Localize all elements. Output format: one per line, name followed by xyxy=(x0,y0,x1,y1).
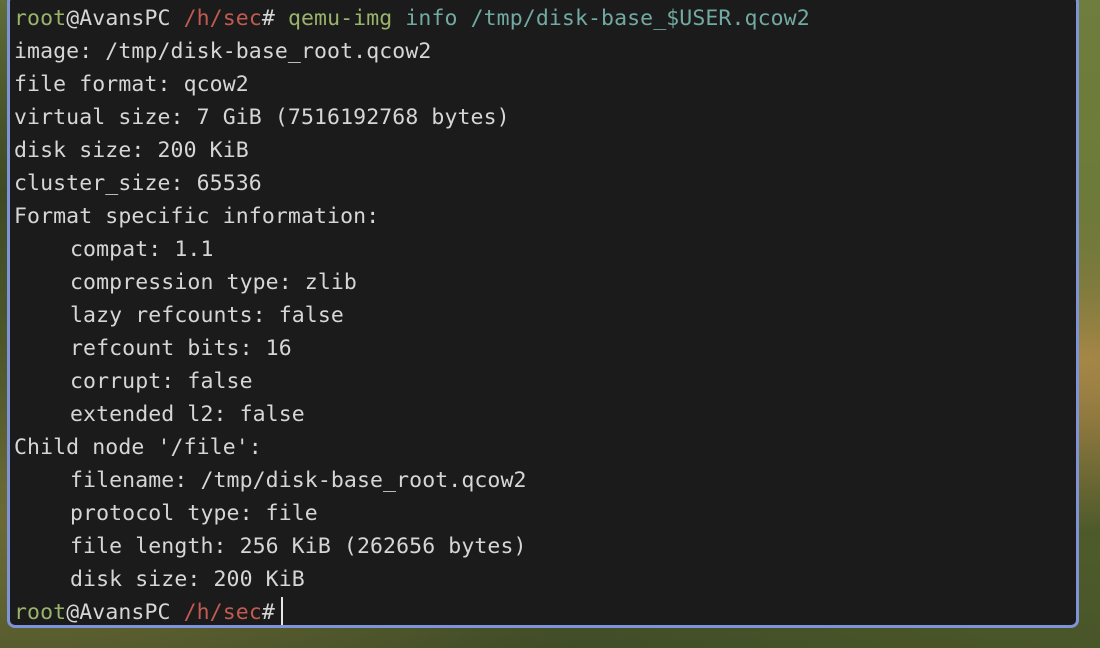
output-corrupt: corrupt: false xyxy=(70,369,253,394)
output-file-length: file length: 256 KiB (262656 bytes) xyxy=(70,534,527,559)
terminal-output: root@AvansPC /h/sec# qemu-img info /tmp/… xyxy=(14,2,1068,625)
prompt-symbol: # xyxy=(261,600,275,625)
command-program: qemu-img xyxy=(287,6,393,31)
output-disk-size: disk size: 200 KiB xyxy=(14,138,249,163)
output-virtual-size: virtual size: 7 GiB (7516192768 bytes) xyxy=(14,105,510,130)
output-compression-type: compression type: zlib xyxy=(70,270,357,295)
text-cursor xyxy=(280,596,283,625)
prompt-user: root xyxy=(14,6,67,31)
output-cluster-size: cluster_size: 65536 xyxy=(14,171,262,196)
output-compat: compat: 1.1 xyxy=(70,237,214,262)
command-argument: /tmp/disk-base_$USER.qcow2 xyxy=(470,6,810,31)
prompt-host: @AvansPC xyxy=(66,6,171,31)
terminal-window[interactable]: root@AvansPC /h/sec# qemu-img info /tmp/… xyxy=(7,0,1079,628)
output-image: image: /tmp/disk-base_root.qcow2 xyxy=(14,39,432,64)
prompt-line[interactable]: root@AvansPC /h/sec# xyxy=(14,596,1068,625)
output-lazy-refcounts: lazy refcounts: false xyxy=(70,303,344,328)
prompt-cwd: /h/sec xyxy=(183,600,262,625)
prompt-host: @AvansPC xyxy=(66,600,171,625)
command-subcommand: info xyxy=(405,6,458,31)
prompt-cwd: /h/sec xyxy=(183,6,262,31)
output-file-format: file format: qcow2 xyxy=(14,72,249,97)
output-protocol-type: protocol type: file xyxy=(70,501,318,526)
prompt-symbol: # xyxy=(261,6,275,31)
output-extended-l2: extended l2: false xyxy=(70,402,305,427)
output-child-disk-size: disk size: 200 KiB xyxy=(70,567,305,592)
output-refcount-bits: refcount bits: 16 xyxy=(70,336,292,361)
output-format-header: Format specific information: xyxy=(14,204,380,229)
output-child-node: Child node '/file': xyxy=(14,435,262,460)
command-line: root@AvansPC /h/sec# qemu-img info /tmp/… xyxy=(14,2,1068,35)
output-filename: filename: /tmp/disk-base_root.qcow2 xyxy=(70,468,527,493)
prompt-user: root xyxy=(14,600,67,625)
